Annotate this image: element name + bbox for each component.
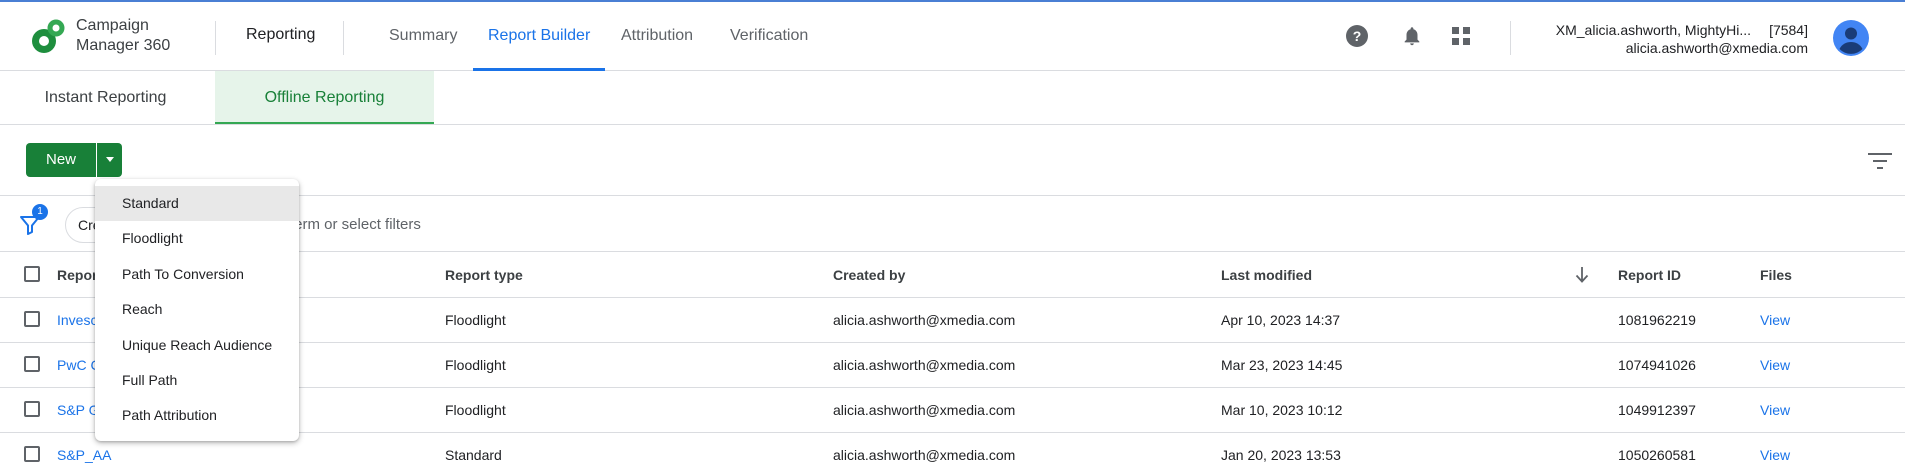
report-id-cell: 1081962219 xyxy=(1618,312,1696,328)
help-button[interactable]: ? xyxy=(1344,23,1370,49)
tab-verification[interactable]: Verification xyxy=(715,2,823,71)
view-files-link[interactable]: View xyxy=(1760,433,1790,465)
column-header-files: Files xyxy=(1760,267,1792,283)
header-divider xyxy=(343,21,344,55)
created-by-cell: alicia.ashworth@xmedia.com xyxy=(833,312,1016,328)
header-divider xyxy=(1510,21,1511,55)
new-report-type-menu: Standard Floodlight Path To Conversion R… xyxy=(95,179,299,441)
menu-item-full-path[interactable]: Full Path xyxy=(95,363,299,398)
menu-item-reach[interactable]: Reach xyxy=(95,292,299,327)
account-switcher[interactable]: XM_alicia.ashworth, MightyHi... [7584] al… xyxy=(1556,21,1808,57)
tab-report-builder[interactable]: Report Builder xyxy=(473,2,606,71)
sort-descending-arrow-icon[interactable] xyxy=(1575,266,1589,284)
account-name: XM_alicia.ashworth, MightyHi... xyxy=(1555,22,1752,38)
report-name-link[interactable]: Invesc xyxy=(57,298,97,342)
view-files-link[interactable]: View xyxy=(1760,388,1790,432)
column-header-created-by[interactable]: Created by xyxy=(833,253,905,297)
filter-search-input[interactable]: term or select filters xyxy=(290,216,421,233)
report-type-cell: Standard xyxy=(445,447,502,463)
column-header-report-type[interactable]: Report type xyxy=(445,253,523,297)
user-avatar-icon[interactable] xyxy=(1833,20,1869,56)
menu-item-floodlight[interactable]: Floodlight xyxy=(95,221,299,256)
view-files-link[interactable]: View xyxy=(1760,298,1790,342)
product-name: Campaign Manager 360 xyxy=(76,16,170,56)
apps-button[interactable] xyxy=(1448,23,1474,49)
last-modified-cell: Mar 10, 2023 10:12 xyxy=(1221,402,1343,418)
last-modified-cell: Mar 23, 2023 14:45 xyxy=(1221,357,1343,373)
filter-list-icon[interactable] xyxy=(1868,151,1892,171)
row-checkbox[interactable] xyxy=(24,401,40,417)
menu-item-standard[interactable]: Standard xyxy=(95,186,299,222)
tab-instant-reporting[interactable]: Instant Reporting xyxy=(0,71,211,124)
account-email: alicia.ashworth@xmedia.com xyxy=(1625,40,1808,56)
apps-grid-icon xyxy=(1452,27,1470,45)
reporting-mode-tabs: Instant Reporting Offline Reporting xyxy=(0,71,1905,125)
campaign-manager-logo[interactable] xyxy=(30,17,68,55)
account-id: [7584] xyxy=(1769,22,1808,38)
report-type-cell: Floodlight xyxy=(445,357,506,373)
menu-item-path-attribution[interactable]: Path Attribution xyxy=(95,398,299,433)
report-name-link[interactable]: S&P G xyxy=(57,388,100,432)
top-app-bar: Campaign Manager 360 Reporting Summary R… xyxy=(0,0,1905,71)
product-name-line1: Campaign xyxy=(76,17,149,34)
new-report-button[interactable]: New xyxy=(26,143,96,177)
tab-attribution[interactable]: Attribution xyxy=(606,2,708,71)
select-all-checkbox[interactable] xyxy=(24,266,40,282)
last-modified-cell: Apr 10, 2023 14:37 xyxy=(1221,312,1341,328)
header-divider xyxy=(215,21,216,55)
section-title: Reporting xyxy=(246,26,316,43)
report-id-cell: 1049912397 xyxy=(1618,402,1696,418)
column-header-last-modified[interactable]: Last modified xyxy=(1221,253,1312,297)
report-id-cell: 1074941026 xyxy=(1618,357,1696,373)
created-by-cell: alicia.ashworth@xmedia.com xyxy=(833,402,1016,418)
notifications-bell-icon xyxy=(1404,27,1420,46)
help-icon: ? xyxy=(1346,25,1368,47)
tab-summary[interactable]: Summary xyxy=(374,2,472,71)
menu-item-unique-reach-audience[interactable]: Unique Reach Audience xyxy=(95,328,299,363)
report-type-cell: Floodlight xyxy=(445,402,506,418)
notifications-button[interactable] xyxy=(1399,23,1425,49)
menu-item-path-to-conversion[interactable]: Path To Conversion xyxy=(95,257,299,292)
view-files-link[interactable]: View xyxy=(1760,343,1790,387)
svg-text:?: ? xyxy=(1353,28,1362,44)
last-modified-cell: Jan 20, 2023 13:53 xyxy=(1221,447,1341,463)
new-report-dropdown-button[interactable] xyxy=(97,143,122,177)
report-type-cell: Floodlight xyxy=(445,312,506,328)
caret-down-icon xyxy=(105,157,114,162)
column-header-report-id[interactable]: Report ID xyxy=(1618,253,1681,297)
row-checkbox[interactable] xyxy=(24,311,40,327)
row-checkbox[interactable] xyxy=(24,356,40,372)
row-checkbox[interactable] xyxy=(24,446,40,462)
created-by-cell: alicia.ashworth@xmedia.com xyxy=(833,447,1016,463)
report-id-cell: 1050260581 xyxy=(1618,447,1696,463)
product-name-line2: Manager 360 xyxy=(76,37,171,54)
tab-offline-reporting[interactable]: Offline Reporting xyxy=(215,71,434,124)
created-by-cell: alicia.ashworth@xmedia.com xyxy=(833,357,1016,373)
filter-count-badge: 1 xyxy=(32,204,48,220)
